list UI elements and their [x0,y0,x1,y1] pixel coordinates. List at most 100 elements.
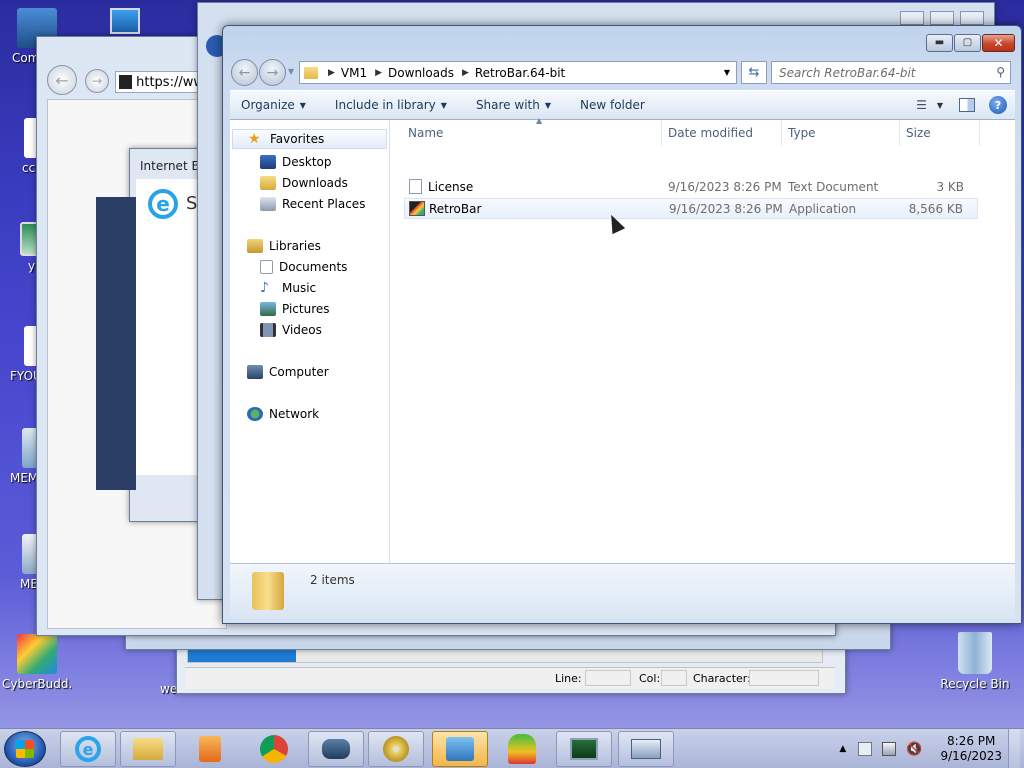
clock-time: 8:26 PM [947,734,996,748]
file-row[interactable]: License 9/16/2023 8:26 PM Text Document … [404,177,978,198]
desktop-icon-recycle-bin[interactable]: Recycle Bin [940,632,1010,691]
file-type: Text Document [788,180,879,194]
breadcrumb-retrobar[interactable]: RetroBar.64-bit [475,66,565,80]
view-options-icon[interactable]: ☰ [916,98,927,112]
clock[interactable]: 8:26 PM 9/16/2023 [940,734,1002,764]
minimize-button[interactable]: ▬ [926,34,953,52]
taskbar-explorer[interactable] [120,731,176,767]
nav-label: Videos [282,323,322,337]
preview-pane-icon[interactable] [959,98,975,112]
horizontal-scrollbar[interactable] [187,649,823,663]
browser-forward-button[interactable]: → [85,69,109,93]
details-pane: 2 items [230,563,1015,618]
file-size: 8,566 KB [908,202,963,216]
recycle-bin-icon [958,632,992,674]
volume-muted-icon[interactable]: 🔇 [906,742,922,757]
address-bar[interactable]: ▶ VM1 ▶ Downloads ▶ RetroBar.64-bit ▼ [299,61,737,84]
nav-favorites[interactable]: ★ Favorites [232,129,387,149]
column-label: Type [788,126,816,140]
taskbar-on-screen-keyboard[interactable] [618,731,674,767]
show-hidden-icons-button[interactable]: ▲ [839,744,846,754]
pictures-icon [260,302,276,316]
status-bar: Line: Col: Character: [185,667,835,689]
taskbar-dvd[interactable] [368,731,424,767]
cyberbuddy-icon [17,634,57,674]
column-header-size[interactable]: Size [900,120,980,146]
nav-network[interactable]: Network [247,404,319,424]
windows-logo-icon [16,740,34,758]
folder-icon [133,738,163,760]
task-manager-icon [570,738,598,760]
file-name: RetroBar [429,202,482,216]
internet-explorer-icon: e [148,189,178,219]
nav-libraries[interactable]: Libraries [247,236,321,256]
file-list[interactable]: Name ▲ Date modified Type Size License 9/… [390,116,1015,563]
network-icon[interactable] [882,742,897,756]
file-row[interactable]: RetroBar 9/16/2023 8:26 PM Application 8… [404,198,978,219]
search-icon[interactable]: ⚲ [996,65,1005,79]
item-count: 2 items [310,573,355,587]
include-in-library-button[interactable]: Include in library ▼ [335,98,447,112]
nav-downloads[interactable]: Downloads [260,173,348,193]
close-icon[interactable] [960,11,984,25]
internet-explorer-icon: e [75,736,101,762]
column-header-type[interactable]: Type [782,120,900,146]
minimize-icon[interactable] [900,11,924,25]
new-folder-button[interactable]: New folder [580,98,645,112]
taskbar-internet-explorer[interactable]: e [60,731,116,767]
explorer-window[interactable]: ▬ ▢ ✕ ← → ▼ ▶ VM1 ▶ Downloads ▶ RetroBar… [222,25,1022,624]
forward-button[interactable]: → [259,59,286,86]
nav-videos[interactable]: Videos [260,320,322,340]
nav-label: Pictures [282,302,330,316]
taskbar-cyberbuddy[interactable] [494,731,550,767]
back-button[interactable]: ← [231,59,258,86]
file-date: 9/16/2023 8:26 PM [669,202,783,216]
browser-back-button[interactable]: ← [47,65,77,95]
address-dropdown-icon[interactable]: ▼ [724,68,730,77]
desktop-icon-label[interactable]: we [160,682,177,696]
chevron-down-icon[interactable]: ▼ [937,101,943,110]
status-character-label: Character: [693,672,751,685]
desktop-icon-cyberbuddy[interactable]: CyberBudd... [2,634,72,691]
chevron-right-icon[interactable]: ▶ [328,68,335,78]
taskbar-app-1[interactable] [308,731,364,767]
maximize-icon: ▢ [962,37,973,48]
recent-pages-dropdown[interactable]: ▼ [288,67,294,76]
column-header-date-modified[interactable]: Date modified [662,120,782,146]
taskbar-control-panel[interactable] [432,731,488,767]
nav-documents[interactable]: Documents [260,257,347,277]
nav-recent-places[interactable]: Recent Places [260,194,365,214]
chevron-right-icon[interactable]: ▶ [462,68,469,78]
nav-computer[interactable]: Computer [247,362,329,382]
search-input[interactable]: Search RetroBar.64-bit ⚲ [771,61,1011,84]
column-header-name[interactable]: Name ▲ [402,116,662,146]
taskbar-task-manager[interactable] [556,731,612,767]
nav-desktop[interactable]: Desktop [260,152,332,172]
scrollbar-thumb[interactable] [188,650,296,662]
show-desktop-button[interactable] [1008,729,1020,768]
nav-pictures[interactable]: Pictures [260,299,330,319]
breadcrumb-downloads[interactable]: Downloads [388,66,454,80]
desktop-icon [260,155,276,169]
close-button[interactable]: ✕ [982,34,1015,52]
share-with-button[interactable]: Share with ▼ [476,98,551,112]
chevron-right-icon[interactable]: ▶ [375,68,382,78]
refresh-button[interactable]: ⇆ [741,61,767,84]
browser-address-bar[interactable]: https://ww [115,71,205,93]
organize-button[interactable]: Organize ▼ [241,98,306,112]
maximize-icon[interactable] [930,11,954,25]
cyberbuddy-icon [508,734,536,764]
start-button[interactable] [4,731,46,767]
breadcrumb-vm1[interactable]: VM1 [341,66,367,80]
network-computer-icon[interactable] [110,8,140,34]
app-icon [322,739,350,759]
action-center-icon[interactable] [858,742,873,756]
help-icon[interactable]: ? [989,96,1007,114]
nav-label: Downloads [282,176,348,190]
media-player-icon [199,736,221,762]
navigation-bar: ← → ▼ ▶ VM1 ▶ Downloads ▶ RetroBar.64-bi… [231,59,1015,87]
taskbar-chrome[interactable] [246,731,302,767]
nav-music[interactable]: ♪ Music [260,278,316,298]
taskbar-media-player[interactable] [182,731,238,767]
maximize-button[interactable]: ▢ [954,34,981,52]
